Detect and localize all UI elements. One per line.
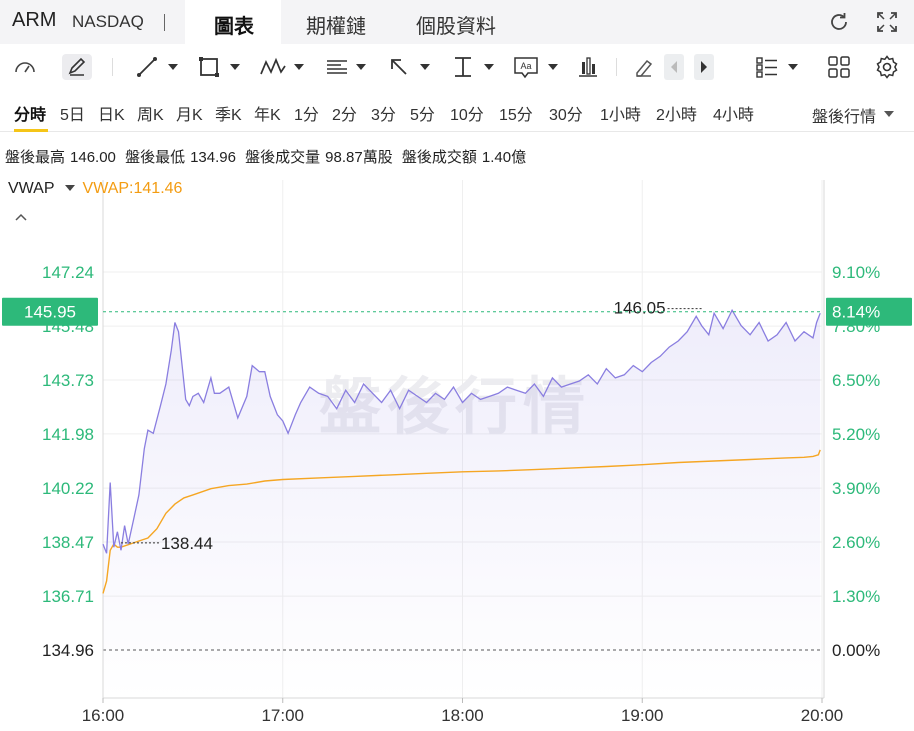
y-tick-right: 2.60% xyxy=(832,533,880,552)
x-tick-label: 18:00 xyxy=(441,706,484,725)
period-5min[interactable]: 5分 xyxy=(410,101,435,125)
text-box-dropdown[interactable] xyxy=(548,64,558,70)
current-price-label: 145.95 xyxy=(24,303,76,322)
indicator-list-dropdown[interactable] xyxy=(788,64,798,70)
tab-stock-info[interactable]: 個股資料 xyxy=(412,10,500,39)
x-tick-label: 17:00 xyxy=(261,706,304,725)
period-3min[interactable]: 3分 xyxy=(371,101,396,125)
y-tick-right: 6.50% xyxy=(832,371,880,390)
fibonacci-tool-dropdown[interactable] xyxy=(356,64,366,70)
ah-turnover-label: 盤後成交額 xyxy=(401,149,477,166)
period-1min[interactable]: 1分 xyxy=(294,101,319,125)
period-5d[interactable]: 5日 xyxy=(60,101,85,125)
line-tool-dropdown[interactable] xyxy=(168,64,178,70)
y-tick-left: 140.22 xyxy=(42,479,94,498)
prev-icon[interactable] xyxy=(664,54,684,80)
period-10min[interactable]: 10分 xyxy=(450,101,484,125)
tab-chart[interactable]: 圖表 xyxy=(210,10,258,39)
layout-grid-icon[interactable] xyxy=(826,54,852,80)
x-tick-label: 16:00 xyxy=(82,706,125,725)
tab-options-chain[interactable]: 期權鏈 xyxy=(302,10,370,39)
y-tick-left: 141.98 xyxy=(42,425,94,444)
bar-measure-icon[interactable] xyxy=(576,54,600,80)
vwap-legend[interactable]: VWAP VWAP:141.46 xyxy=(8,180,182,198)
period-2hour[interactable]: 2小時 xyxy=(656,101,697,125)
x-tick-label: 20:00 xyxy=(801,706,844,725)
period-2min[interactable]: 2分 xyxy=(332,101,357,125)
y-tick-left: 138.47 xyxy=(42,533,94,552)
text-marker-icon[interactable] xyxy=(450,54,476,80)
low-marker-label: 138.44 xyxy=(161,534,213,553)
next-icon[interactable] xyxy=(694,54,714,80)
header-divider xyxy=(164,14,165,31)
period-quarterly[interactable]: 季K xyxy=(215,101,242,125)
period-monthly[interactable]: 月K xyxy=(176,101,203,125)
settings-icon[interactable] xyxy=(874,54,900,80)
fibonacci-tool-icon[interactable] xyxy=(324,54,350,80)
price-area-fill xyxy=(103,310,821,698)
arrow-tool-icon[interactable] xyxy=(386,54,412,80)
ah-low-value: 134.96 xyxy=(190,149,236,166)
ah-volume-label: 盤後成交量 xyxy=(245,149,321,166)
y-tick-left: 136.71 xyxy=(42,587,94,606)
active-period-underline xyxy=(14,129,48,132)
ah-high-label: 盤後最高 xyxy=(5,149,66,166)
app-header: ARM NASDAQ 圖表 期權鏈 個股資料 xyxy=(0,0,914,44)
refresh-icon[interactable] xyxy=(826,9,852,35)
text-marker-dropdown[interactable] xyxy=(484,64,494,70)
session-select[interactable]: 盤後行情 xyxy=(812,103,876,127)
pattern-tool-icon[interactable] xyxy=(258,54,288,80)
period-daily[interactable]: 日K xyxy=(98,101,125,125)
ticker-symbol: ARM xyxy=(12,9,57,31)
after-hours-stats: 盤後最高 146.00 盤後最低 134.96 盤後成交量 98.87萬股 盤後成交額… xyxy=(5,146,531,167)
rectangle-tool-dropdown[interactable] xyxy=(230,64,240,70)
period-weekly[interactable]: 周K xyxy=(137,101,164,125)
fullscreen-icon[interactable] xyxy=(874,9,900,35)
toolbar-divider xyxy=(616,58,617,76)
current-price-indicator: 145.95 8.14% xyxy=(2,297,912,326)
pencil-icon[interactable] xyxy=(62,54,92,80)
session-dropdown-caret[interactable] xyxy=(884,111,894,117)
indicator-list-icon[interactable] xyxy=(754,54,780,80)
ah-turnover-value: 1.40億 xyxy=(481,149,527,166)
exchange-name: NASDAQ xyxy=(72,12,144,31)
chevron-up-icon[interactable] xyxy=(14,212,28,222)
drawing-toolbar: Aa xyxy=(0,44,914,90)
period-1hour[interactable]: 1小時 xyxy=(600,101,641,125)
y-tick-right: 1.30% xyxy=(832,587,880,606)
pattern-tool-dropdown[interactable] xyxy=(294,64,304,70)
gauge-icon[interactable] xyxy=(12,54,38,80)
period-30min[interactable]: 30分 xyxy=(549,101,583,125)
indicator-dropdown-caret[interactable] xyxy=(64,184,75,191)
period-4hour[interactable]: 4小時 xyxy=(713,101,754,125)
y-tick-left: 147.24 xyxy=(42,263,94,282)
time-axis: 16:00 17:00 18:00 19:00 20:00 xyxy=(82,698,844,725)
rectangle-tool-icon[interactable] xyxy=(196,54,222,80)
line-tool-icon[interactable] xyxy=(134,54,160,80)
period-intraday[interactable]: 分時 xyxy=(14,101,46,125)
y-tick-right: 0.00% xyxy=(832,641,880,660)
price-chart[interactable]: 盤後行情 147.24145.48143.73141.98140.22138.4… xyxy=(0,170,914,731)
ah-low-label: 盤後最低 xyxy=(125,149,186,166)
period-15min[interactable]: 15分 xyxy=(499,101,533,125)
y-tick-left: 134.96 xyxy=(42,641,94,660)
vwap-value: VWAP:141.46 xyxy=(82,180,183,197)
y-tick-right: 9.10% xyxy=(832,263,880,282)
current-pct-label: 8.14% xyxy=(832,303,880,322)
ah-high-value: 146.00 xyxy=(70,149,116,166)
high-marker-label: 146.05 xyxy=(614,299,666,318)
arrow-tool-dropdown[interactable] xyxy=(420,64,430,70)
y-tick-left: 143.73 xyxy=(42,371,94,390)
period-selector: 分時 5日 日K 周K 月K 季K 年K 1分 2分 3分 5分 10分 15分… xyxy=(0,92,914,132)
indicator-name[interactable]: VWAP xyxy=(8,180,55,197)
text-box-icon[interactable]: Aa xyxy=(512,54,540,80)
svg-text:Aa: Aa xyxy=(520,61,531,71)
toolbar-divider xyxy=(112,58,113,76)
y-tick-right: 5.20% xyxy=(832,425,880,444)
ah-volume-value: 98.87萬股 xyxy=(325,149,393,166)
x-tick-label: 19:00 xyxy=(621,706,664,725)
y-tick-right: 3.90% xyxy=(832,479,880,498)
period-yearly[interactable]: 年K xyxy=(254,101,281,125)
eraser-icon[interactable] xyxy=(632,54,656,80)
